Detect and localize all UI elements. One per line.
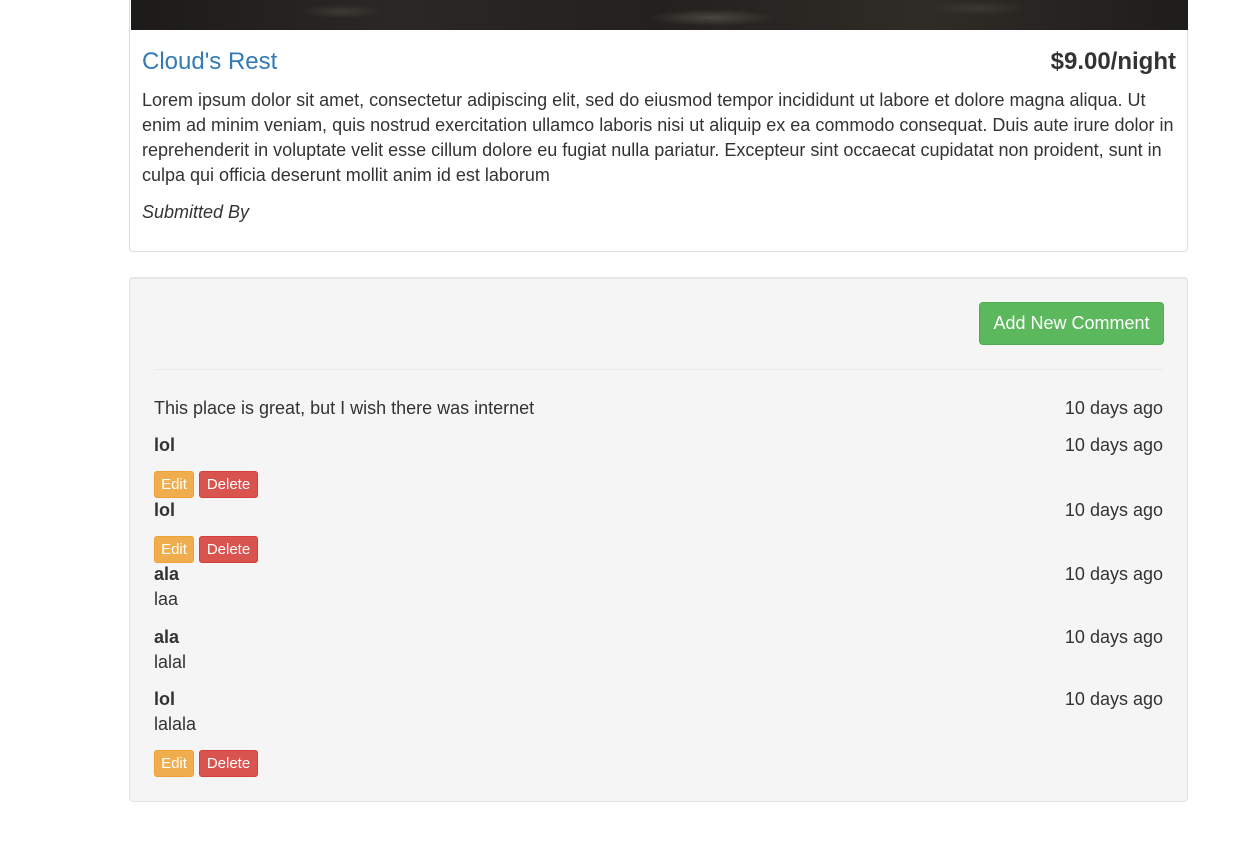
submitted-by: Submitted By bbox=[142, 202, 250, 222]
comment-text: lalal bbox=[154, 652, 187, 672]
comment-time: 10 days ago bbox=[1064, 398, 1163, 418]
comments-well: Add New Comment This place is great, but… bbox=[129, 277, 1188, 802]
campground-card: Cloud's Rest $9.00/night Lorem ipsum dol… bbox=[129, 0, 1188, 252]
comment-author: ala bbox=[154, 627, 180, 647]
delete-comment-button[interactable]: Delete bbox=[199, 471, 258, 498]
campground-name-link[interactable]: Cloud's Rest bbox=[142, 48, 277, 75]
edit-comment-button[interactable]: Edit bbox=[154, 536, 194, 563]
campground-description: Lorem ipsum dolor sit amet, consectetur … bbox=[142, 90, 1174, 185]
comment-text: lalala bbox=[154, 714, 197, 734]
edit-comment-button[interactable]: Edit bbox=[154, 471, 194, 498]
comment-author: ala bbox=[154, 564, 180, 584]
campground-price: $9.00/night bbox=[1050, 48, 1176, 75]
delete-comment-button[interactable]: Delete bbox=[199, 750, 258, 777]
comment-text: laa bbox=[154, 589, 179, 609]
comment-author: lol bbox=[154, 689, 175, 709]
divider bbox=[154, 369, 1164, 370]
comment-time: 10 days ago bbox=[1064, 435, 1163, 455]
comment-time: 10 days ago bbox=[1064, 689, 1163, 709]
comment-time: 10 days ago bbox=[1064, 627, 1163, 647]
comment-author: lol bbox=[154, 435, 175, 455]
campground-image bbox=[131, 0, 1188, 30]
delete-comment-button[interactable]: Delete bbox=[199, 536, 258, 563]
add-new-comment-button[interactable]: Add New Comment bbox=[979, 302, 1164, 345]
comment-text: This place is great, but I wish there wa… bbox=[154, 398, 535, 418]
comment-time: 10 days ago bbox=[1064, 500, 1163, 520]
comment-author: lol bbox=[154, 500, 175, 520]
edit-comment-button[interactable]: Edit bbox=[154, 750, 194, 777]
comment-time: 10 days ago bbox=[1064, 564, 1163, 584]
